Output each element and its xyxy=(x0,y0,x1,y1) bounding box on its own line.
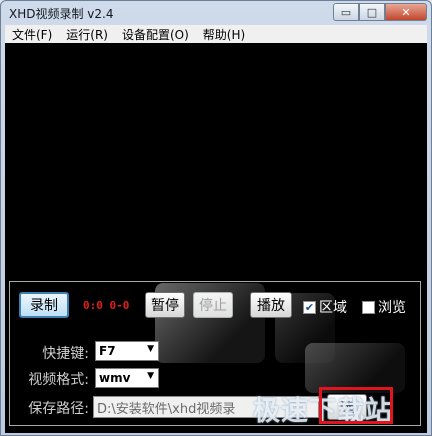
region-checkbox[interactable]: ✔ 区域 xyxy=(303,297,347,317)
record-timer: 0:0 0-0 xyxy=(83,299,130,312)
window-controls: ▭ □ ✕ xyxy=(333,3,427,21)
menu-run[interactable]: 运行(R) xyxy=(59,26,115,43)
format-value: wmv xyxy=(99,371,131,385)
browse-label: 浏览 xyxy=(378,300,406,316)
check-icon: ✔ xyxy=(303,300,316,314)
format-select[interactable]: wmv ▼ xyxy=(95,368,159,388)
record-button[interactable]: 录制 xyxy=(19,292,69,318)
save-path-label: 保存路径: xyxy=(28,401,89,417)
hotkey-select[interactable]: F7 ▼ xyxy=(95,341,159,361)
menu-bar: 文件(F) 运行(R) 设备配置(O) 帮助(H) xyxy=(5,25,427,43)
play-button[interactable]: 播放 xyxy=(250,292,292,318)
hotkey-value: F7 xyxy=(99,344,116,358)
format-label: 视频格式: xyxy=(28,372,89,388)
menu-file[interactable]: 文件(F) xyxy=(5,26,59,43)
region-label: 区域 xyxy=(319,300,347,316)
close-button[interactable]: ✕ xyxy=(385,3,427,21)
browse-checkbox[interactable]: 浏览 xyxy=(362,297,406,317)
app-window: XHD视频录制 v2.4 ▭ □ ✕ 文件(F) 运行(R) 设备配置(O) 帮… xyxy=(0,0,432,436)
checkbox-empty-icon xyxy=(362,300,375,314)
chevron-down-icon: ▼ xyxy=(147,371,154,381)
minimize-button[interactable]: ▭ xyxy=(333,3,359,21)
menu-help[interactable]: 帮助(H) xyxy=(196,26,252,43)
menu-device-config[interactable]: 设备配置(O) xyxy=(115,26,196,43)
title-bar[interactable]: XHD视频录制 v2.4 ▭ □ ✕ xyxy=(1,1,431,25)
maximize-button[interactable]: □ xyxy=(359,3,385,21)
stop-button[interactable]: 停止 xyxy=(193,292,233,318)
chevron-down-icon: ▼ xyxy=(147,344,154,354)
hotkey-label: 快捷键: xyxy=(42,346,89,362)
pause-button[interactable]: 暂停 xyxy=(145,292,185,318)
highlight-box xyxy=(319,387,393,424)
window-title: XHD视频录制 v2.4 xyxy=(9,7,114,21)
